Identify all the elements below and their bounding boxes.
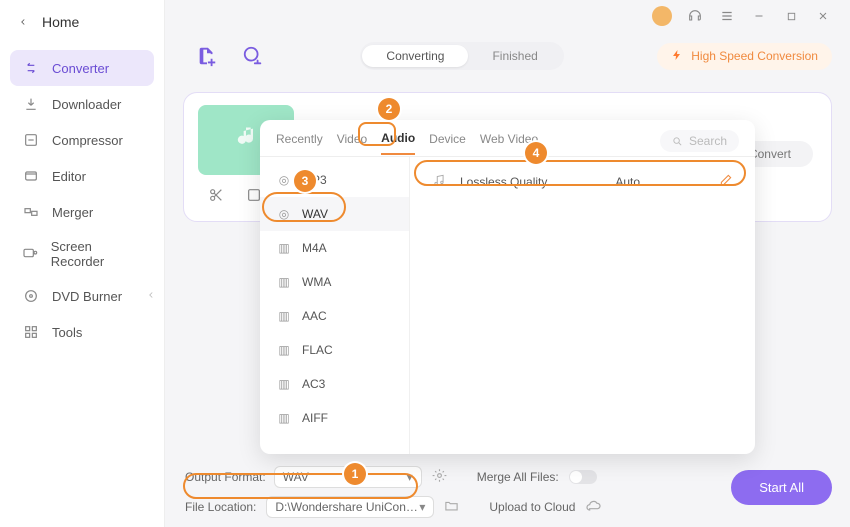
panel-tab-video[interactable]: Video bbox=[337, 132, 367, 154]
format-ac3[interactable]: ▥AC3 bbox=[260, 367, 409, 401]
callout-2: 2 bbox=[378, 98, 400, 120]
start-all-button[interactable]: Start All bbox=[731, 470, 832, 505]
codec-icon: ▥ bbox=[276, 240, 292, 256]
sidebar-item-editor[interactable]: Editor bbox=[10, 158, 154, 194]
format-mp3[interactable]: ◎MP3 bbox=[260, 163, 409, 197]
sidebar-item-label: Downloader bbox=[52, 97, 121, 112]
screenrecorder-icon bbox=[22, 245, 39, 263]
upload-cloud-label: Upload to Cloud bbox=[489, 500, 575, 514]
trim-tool-icon[interactable] bbox=[204, 183, 228, 207]
merge-toggle[interactable] bbox=[569, 470, 597, 484]
converter-icon bbox=[22, 59, 40, 77]
add-file-button[interactable] bbox=[193, 42, 221, 70]
high-speed-conversion-button[interactable]: High Speed Conversion bbox=[657, 43, 832, 70]
codec-icon: ▥ bbox=[276, 308, 292, 324]
quality-value: Auto bbox=[615, 175, 640, 189]
codec-icon: ▥ bbox=[276, 376, 292, 392]
music-note-icon bbox=[232, 124, 260, 157]
compressor-icon bbox=[22, 131, 40, 149]
quality-option-lossless[interactable]: Lossless Quality Auto bbox=[424, 165, 741, 198]
format-m4a[interactable]: ▥M4A bbox=[260, 231, 409, 265]
callout-4: 4 bbox=[525, 142, 547, 164]
panel-tab-recently[interactable]: Recently bbox=[276, 132, 323, 154]
format-aac[interactable]: ▥AAC bbox=[260, 299, 409, 333]
add-dvd-button[interactable] bbox=[239, 42, 267, 70]
high-speed-label: High Speed Conversion bbox=[691, 49, 818, 63]
search-icon bbox=[672, 136, 683, 147]
panel-tab-audio[interactable]: Audio bbox=[381, 131, 415, 155]
sidebar-item-label: Converter bbox=[52, 61, 109, 76]
merger-icon bbox=[22, 203, 40, 221]
chevron-down-icon: ▾ bbox=[419, 500, 425, 514]
chevron-down-icon: ▾ bbox=[407, 470, 413, 484]
merge-label: Merge All Files: bbox=[477, 470, 559, 484]
codec-icon: ▥ bbox=[276, 342, 292, 358]
codec-icon: ▥ bbox=[276, 274, 292, 290]
sidebar-item-downloader[interactable]: Downloader bbox=[10, 86, 154, 122]
settings-icon[interactable] bbox=[432, 468, 447, 486]
sidebar-item-label: Screen Recorder bbox=[51, 239, 142, 269]
sidebar-item-label: Compressor bbox=[52, 133, 123, 148]
bolt-icon bbox=[671, 49, 683, 64]
format-wma[interactable]: ▥WMA bbox=[260, 265, 409, 299]
tab-finished[interactable]: Finished bbox=[468, 45, 561, 67]
tools-icon bbox=[22, 323, 40, 341]
sidebar-item-label: DVD Burner bbox=[52, 289, 122, 304]
file-location-label: File Location: bbox=[185, 500, 256, 514]
edit-quality-icon[interactable] bbox=[719, 173, 733, 190]
sidebar-item-dvdburner[interactable]: DVD Burner bbox=[10, 278, 154, 314]
disc-icon: ◎ bbox=[276, 206, 292, 222]
format-aiff[interactable]: ▥AIFF bbox=[260, 401, 409, 435]
callout-1: 1 bbox=[344, 463, 366, 485]
tab-converting[interactable]: Converting bbox=[362, 45, 468, 67]
sidebar-item-compressor[interactable]: Compressor bbox=[10, 122, 154, 158]
cloud-icon[interactable] bbox=[585, 498, 601, 517]
sidebar-item-screenrecorder[interactable]: Screen Recorder bbox=[10, 230, 154, 278]
sidebar-item-label: Editor bbox=[52, 169, 86, 184]
music-icon bbox=[432, 173, 446, 190]
disc-icon: ◎ bbox=[276, 172, 292, 188]
sidebar-item-merger[interactable]: Merger bbox=[10, 194, 154, 230]
home-label: Home bbox=[42, 14, 79, 30]
sidebar-item-converter[interactable]: Converter bbox=[10, 50, 154, 86]
callout-3: 3 bbox=[294, 170, 316, 192]
format-flac[interactable]: ▥FLAC bbox=[260, 333, 409, 367]
editor-icon bbox=[22, 167, 40, 185]
codec-icon: ▥ bbox=[276, 410, 292, 426]
file-location-value: D:\Wondershare UniConverter 1 bbox=[275, 500, 419, 514]
quality-label: Lossless Quality bbox=[460, 175, 547, 189]
output-format-value: WAV bbox=[283, 470, 309, 484]
format-panel: Recently Video Audio Device Web Video Se… bbox=[260, 120, 755, 454]
search-placeholder: Search bbox=[689, 134, 727, 148]
sidebar-item-label: Merger bbox=[52, 205, 93, 220]
open-folder-icon[interactable] bbox=[444, 498, 459, 516]
panel-search[interactable]: Search bbox=[660, 130, 739, 152]
collapse-sidebar-icon[interactable] bbox=[146, 288, 160, 304]
format-wav[interactable]: ◎WAV bbox=[260, 197, 409, 231]
dvd-icon bbox=[22, 287, 40, 305]
sidebar-item-tools[interactable]: Tools bbox=[10, 314, 154, 350]
home-nav[interactable]: Home bbox=[0, 0, 164, 44]
downloader-icon bbox=[22, 95, 40, 113]
file-location-select[interactable]: D:\Wondershare UniConverter 1 ▾ bbox=[266, 496, 434, 518]
output-format-label: Output Format: bbox=[185, 470, 266, 484]
panel-tab-device[interactable]: Device bbox=[429, 132, 466, 154]
sidebar-item-label: Tools bbox=[52, 325, 82, 340]
